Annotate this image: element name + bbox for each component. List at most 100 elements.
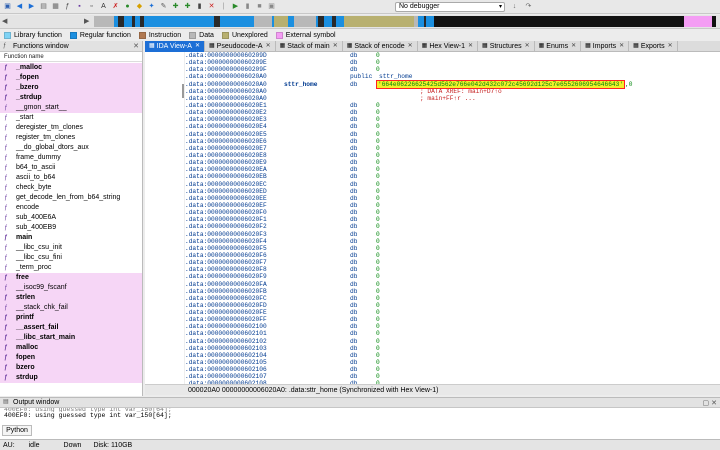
disasm-line[interactable]: •.data:00000000006020E2 db 0 bbox=[185, 109, 720, 116]
nav-left-arrow-icon[interactable]: ◀ bbox=[2, 17, 7, 25]
tab[interactable]: ▦ Stack of encode ✕ bbox=[343, 41, 418, 52]
disasm-operand[interactable]: 0 bbox=[376, 345, 380, 352]
disasm-operand[interactable]: 0 bbox=[376, 173, 380, 180]
disasm-line[interactable]: •.data:00000000006020F7 db 0 bbox=[185, 259, 720, 266]
disasm-line[interactable]: •.data:00000000006020FD db 0 bbox=[185, 302, 720, 309]
function-list-item[interactable]: ƒ malloc bbox=[0, 343, 142, 353]
disasm-operand[interactable]: 0 bbox=[376, 273, 380, 280]
run-icon[interactable]: ▶ bbox=[231, 2, 240, 11]
disasm-line[interactable]: •.data:000000000060209D db 0 bbox=[185, 52, 720, 59]
function-list-item[interactable]: ƒ register_tm_clones bbox=[0, 133, 142, 143]
function-list-item[interactable]: ƒ __assert_fail bbox=[0, 323, 142, 333]
function-name-column-header[interactable]: Function name bbox=[0, 52, 142, 62]
disasm-operand[interactable]: 0 bbox=[376, 281, 380, 288]
close-icon[interactable]: ✕ bbox=[195, 41, 200, 52]
function-list-item[interactable]: ƒ free bbox=[0, 273, 142, 283]
disasm-operand[interactable]: 0 bbox=[376, 259, 380, 266]
disasm-operand[interactable]: 0 bbox=[376, 366, 380, 373]
close-icon[interactable]: ✕ bbox=[571, 41, 576, 52]
close-icon[interactable]: ✕ bbox=[711, 400, 717, 407]
function-list-item[interactable]: ƒ __isoc99_fscanf bbox=[0, 283, 142, 293]
navigation-band[interactable]: ◀ ▶ bbox=[0, 15, 720, 29]
disasm-operand[interactable]: 0 bbox=[376, 352, 380, 359]
function-list-item[interactable]: ƒ _fopen bbox=[0, 73, 142, 83]
close-icon[interactable]: ✕ bbox=[333, 41, 338, 52]
disasm-line[interactable]: •.data:00000000006020EA db 0 bbox=[185, 166, 720, 173]
script-icon[interactable]: ▮ bbox=[195, 2, 204, 11]
disasm-line[interactable]: •.data:00000000006020FE db 0 bbox=[185, 309, 720, 316]
disasm-operand[interactable]: 0 bbox=[376, 295, 380, 302]
close-icon[interactable]: ✕ bbox=[266, 41, 271, 52]
disasm-line[interactable]: •.data:00000000006020EC db 0 bbox=[185, 181, 720, 188]
disasm-operand[interactable]: 0 bbox=[376, 131, 380, 138]
restore-icon[interactable]: ▢ bbox=[703, 400, 710, 407]
disasm-line[interactable]: •.data:00000000006020EB db 0 bbox=[185, 173, 720, 180]
disasm-line[interactable]: •.data:00000000006020EF db 0 bbox=[185, 202, 720, 209]
disasm-line[interactable]: •.data:0000000000602103 db 0 bbox=[185, 345, 720, 352]
undef-icon[interactable]: ✗ bbox=[111, 2, 120, 11]
disasm-line[interactable]: •.data:00000000006020F1 db 0 bbox=[185, 216, 720, 223]
disasm-operand[interactable]: 0 bbox=[376, 209, 380, 216]
function-list-item[interactable]: ƒ strdup bbox=[0, 373, 142, 383]
close-icon[interactable]: ✕ bbox=[133, 42, 139, 50]
xref-icon[interactable]: ✦ bbox=[147, 2, 156, 11]
disasm-line[interactable]: .data:00000000006020A0 ; DATA XREF: main+… bbox=[185, 88, 720, 95]
disasm-operand[interactable]: 0 bbox=[376, 323, 380, 330]
disasm-operand[interactable]: 0 bbox=[376, 359, 380, 366]
function-list-item[interactable]: ƒ get_decode_len_from_b64_string bbox=[0, 193, 142, 203]
disasm-operand[interactable]: 0 bbox=[376, 288, 380, 295]
tab[interactable]: ▦ Structures ✕ bbox=[478, 41, 535, 52]
disasm-operand[interactable]: 0 bbox=[376, 159, 380, 166]
disasm-line[interactable]: •.data:00000000006020E4 db 0 bbox=[185, 123, 720, 130]
disasm-comment[interactable]: ; main+FF↑r ... bbox=[420, 95, 476, 102]
tab[interactable]: ▦ Hex View-1 ✕ bbox=[418, 41, 479, 52]
disasm-line[interactable]: •.data:00000000006020F3 db 0 bbox=[185, 231, 720, 238]
disasm-line[interactable]: •.data:00000000006020FA db 0 bbox=[185, 281, 720, 288]
close-icon[interactable]: ✕ bbox=[525, 41, 530, 52]
disasm-line[interactable]: •.data:00000000006020F4 db 0 bbox=[185, 238, 720, 245]
disasm-operand[interactable]: 0 bbox=[376, 302, 380, 309]
function-list-item[interactable]: ƒ __libc_csu_init bbox=[0, 243, 142, 253]
function-list-item[interactable]: ƒ __libc_csu_fini bbox=[0, 253, 142, 263]
trace-icon[interactable]: ✚ bbox=[183, 2, 192, 11]
disasm-operand[interactable]: 0 bbox=[376, 223, 380, 230]
disasm-operand[interactable]: 0 bbox=[376, 181, 380, 188]
window-controls[interactable]: ▢ ✕ bbox=[703, 399, 717, 407]
step-over-icon[interactable]: ↷ bbox=[524, 2, 533, 11]
disasm-operand[interactable]: 0 bbox=[376, 138, 380, 145]
string-icon[interactable]: A bbox=[99, 2, 108, 11]
disasm-line[interactable]: •.data:00000000006020E5 db 0 bbox=[185, 131, 720, 138]
disasm-line[interactable]: •.data:00000000006020E9 db 0 bbox=[185, 159, 720, 166]
function-list-item[interactable]: ƒ _bzero bbox=[0, 83, 142, 93]
function-list-item[interactable]: ƒ sub_400EB9 bbox=[0, 223, 142, 233]
navigation-strip[interactable] bbox=[94, 16, 716, 27]
function-list-item[interactable]: ƒ fopen bbox=[0, 353, 142, 363]
disasm-line[interactable]: •.data:00000000006020E3 db 0 bbox=[185, 116, 720, 123]
nav-right-arrow-icon[interactable]: ▶ bbox=[84, 17, 89, 25]
disasm-line[interactable]: •.data:00000000006020F5 db 0 bbox=[185, 245, 720, 252]
disasm-line[interactable]: •.data:0000000000602106 db 0 bbox=[185, 366, 720, 373]
tab[interactable]: ▦ Imports ✕ bbox=[581, 41, 630, 52]
comment-icon[interactable]: ✎ bbox=[159, 2, 168, 11]
disasm-operand[interactable]: 0 bbox=[376, 66, 380, 73]
disasm-line[interactable]: •.data:00000000006020E7 db 0 bbox=[185, 145, 720, 152]
ida-view-disassembly[interactable]: •.data:000000000060209Ddb0 •.data:0000000… bbox=[184, 52, 720, 384]
disasm-line[interactable]: •.data:00000000006020E1 db 0 bbox=[185, 102, 720, 109]
disasm-line[interactable]: •.data:0000000000602104 db 0 bbox=[185, 352, 720, 359]
disasm-operand[interactable]: 0 bbox=[376, 195, 380, 202]
pause-icon[interactable]: ▮ bbox=[243, 2, 252, 11]
tab[interactable]: ▦ Pseudocode-A ✕ bbox=[205, 41, 276, 52]
disasm-operand[interactable]: 0 bbox=[376, 231, 380, 238]
disasm-line[interactable]: •.data:00000000006020FC db 0 bbox=[185, 295, 720, 302]
save-icon[interactable]: ▣ bbox=[3, 2, 12, 11]
disasm-line[interactable]: .data:00000000006020A0 ; main+FF↑r ... bbox=[185, 95, 720, 102]
disasm-label[interactable]: sttr_home bbox=[284, 81, 350, 88]
disasm-comment[interactable]: ; DATA XREF: main+D7↑o bbox=[420, 88, 502, 95]
disasm-line[interactable]: •.data:0000000000602102 db 0 bbox=[185, 338, 720, 345]
disasm-line[interactable]: •.data:0000000000602101 db 0 bbox=[185, 330, 720, 337]
function-list-item[interactable]: ƒ _strdup bbox=[0, 93, 142, 103]
function-list-item[interactable]: ƒ printf bbox=[0, 313, 142, 323]
code-icon[interactable]: ▪ bbox=[75, 2, 84, 11]
disasm-operand[interactable]: 0 bbox=[376, 166, 380, 173]
disasm-line[interactable]: •.data:00000000006020F0 db 0 bbox=[185, 209, 720, 216]
